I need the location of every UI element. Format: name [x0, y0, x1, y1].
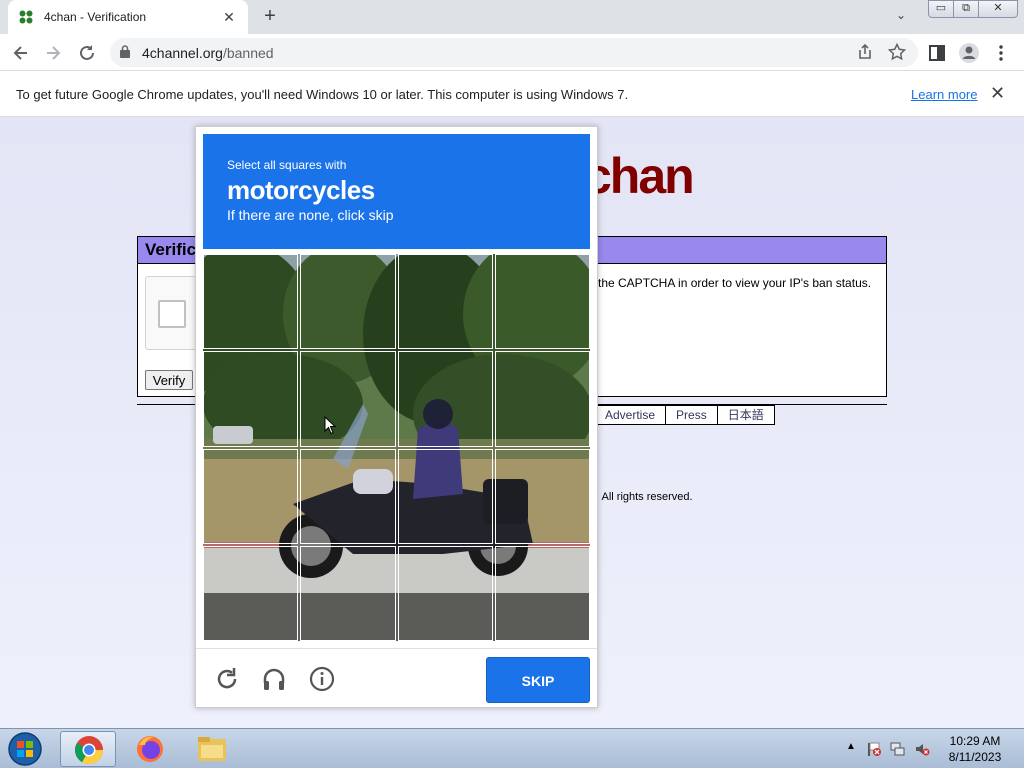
lock-icon [120, 45, 130, 58]
browser-tab[interactable]: 4chan - Verification ✕ [8, 0, 248, 34]
reload-challenge-icon[interactable] [213, 665, 241, 693]
maximize-button[interactable]: ⧉ [953, 0, 979, 18]
4chan-favicon-icon [19, 10, 33, 24]
captcha-tile[interactable] [300, 351, 396, 447]
forward-arrow-icon[interactable] [40, 40, 66, 66]
reload-icon[interactable] [74, 40, 100, 66]
captcha-tile[interactable] [203, 545, 299, 641]
firefox-icon [137, 736, 163, 762]
url-host: 4channel.org [142, 45, 223, 61]
new-tab-button[interactable]: + [258, 5, 282, 29]
footer-nav: Advertise Press 日本語 [594, 405, 775, 425]
captcha-tile[interactable] [397, 545, 493, 641]
chrome-icon [75, 736, 103, 764]
captcha-tile[interactable] [397, 448, 493, 544]
learn-more-link[interactable]: Learn more [911, 87, 977, 102]
tab-title: 4chan - Verification [44, 10, 147, 24]
browser-toolbar: 4channel.org/banned [0, 34, 1024, 71]
mouse-cursor-icon [324, 416, 336, 435]
url-path: /banned [222, 45, 274, 61]
bookmark-star-icon[interactable] [886, 41, 908, 63]
captcha-tile[interactable] [300, 545, 396, 641]
back-arrow-icon[interactable] [8, 40, 34, 66]
captcha-tile[interactable] [397, 351, 493, 447]
tab-search-chevron-icon[interactable]: ⌄ [896, 8, 906, 22]
network-icon[interactable] [890, 741, 906, 757]
captcha-header: Select all squares with motorcycles If t… [203, 134, 590, 249]
recaptcha-checkbox[interactable] [158, 300, 186, 328]
captcha-hint: If there are none, click skip [227, 207, 394, 223]
captcha-target: motorcycles [227, 175, 375, 205]
captcha-challenge: Select all squares with motorcycles If t… [195, 126, 598, 708]
tab-close-icon[interactable]: ✕ [220, 9, 238, 26]
captcha-image-grid [203, 254, 590, 641]
volume-muted-icon[interactable] [914, 741, 930, 757]
infobar-message: To get future Google Chrome updates, you… [16, 87, 629, 102]
captcha-instruction: Select all squares with [227, 158, 347, 172]
captcha-tile[interactable] [300, 254, 396, 350]
system-clock[interactable]: 10:29 AM 8/11/2023 [940, 733, 1010, 765]
tab-strip: 4chan - Verification ✕ + ⌄ ▭ ⧉ ✕ [0, 0, 1024, 34]
verify-button[interactable]: Verify [145, 370, 193, 390]
infobar-close-icon[interactable]: ✕ [990, 83, 1005, 104]
show-hidden-icons-button[interactable]: ▲ [846, 741, 856, 752]
site-logo: chan [584, 148, 695, 204]
captcha-tile[interactable] [494, 351, 590, 447]
captcha-tile[interactable] [494, 545, 590, 641]
folder-icon [198, 737, 226, 761]
captcha-tile[interactable] [203, 351, 299, 447]
windows-start-orb-icon[interactable] [6, 731, 44, 767]
audio-challenge-headphones-icon[interactable] [260, 665, 288, 693]
verification-instructions: the CAPTCHA in order to view your IP's b… [598, 276, 872, 290]
info-icon[interactable] [308, 665, 336, 693]
captcha-tiles [203, 254, 590, 641]
captcha-tile[interactable] [300, 448, 396, 544]
captcha-tile[interactable] [397, 254, 493, 350]
captcha-tile[interactable] [203, 448, 299, 544]
captcha-footer: SKIP [196, 648, 597, 708]
menu-kebab-icon[interactable] [988, 40, 1014, 66]
share-icon[interactable] [854, 41, 876, 63]
captcha-tile[interactable] [494, 448, 590, 544]
nav-link-japanese[interactable]: 日本語 [717, 405, 775, 425]
windows-taskbar: ▲ 10:29 AM 8/11/2023 [0, 728, 1024, 768]
captcha-tile[interactable] [203, 254, 299, 350]
captcha-tile[interactable] [494, 254, 590, 350]
clock-time: 10:29 AM [949, 734, 1001, 748]
taskbar-explorer[interactable] [184, 731, 240, 767]
action-center-flag-icon[interactable] [866, 741, 882, 757]
address-bar[interactable]: 4channel.org/banned [110, 38, 918, 67]
update-infobar: To get future Google Chrome updates, you… [0, 71, 1024, 117]
side-panel-icon[interactable] [924, 40, 950, 66]
skip-button[interactable]: SKIP [486, 657, 590, 703]
nav-link-press[interactable]: Press [666, 405, 718, 425]
window-close-button[interactable]: ✕ [978, 0, 1018, 18]
nav-link-advertise[interactable]: Advertise [594, 405, 667, 425]
url-text: 4channel.org/banned [142, 45, 274, 61]
taskbar-firefox[interactable] [122, 731, 178, 767]
clock-date: 8/11/2023 [948, 750, 1002, 764]
profile-avatar-icon[interactable] [956, 40, 982, 66]
minimize-button[interactable]: ▭ [928, 0, 954, 18]
copyright-text: . All rights reserved. [596, 491, 693, 503]
taskbar-chrome[interactable] [60, 731, 116, 767]
